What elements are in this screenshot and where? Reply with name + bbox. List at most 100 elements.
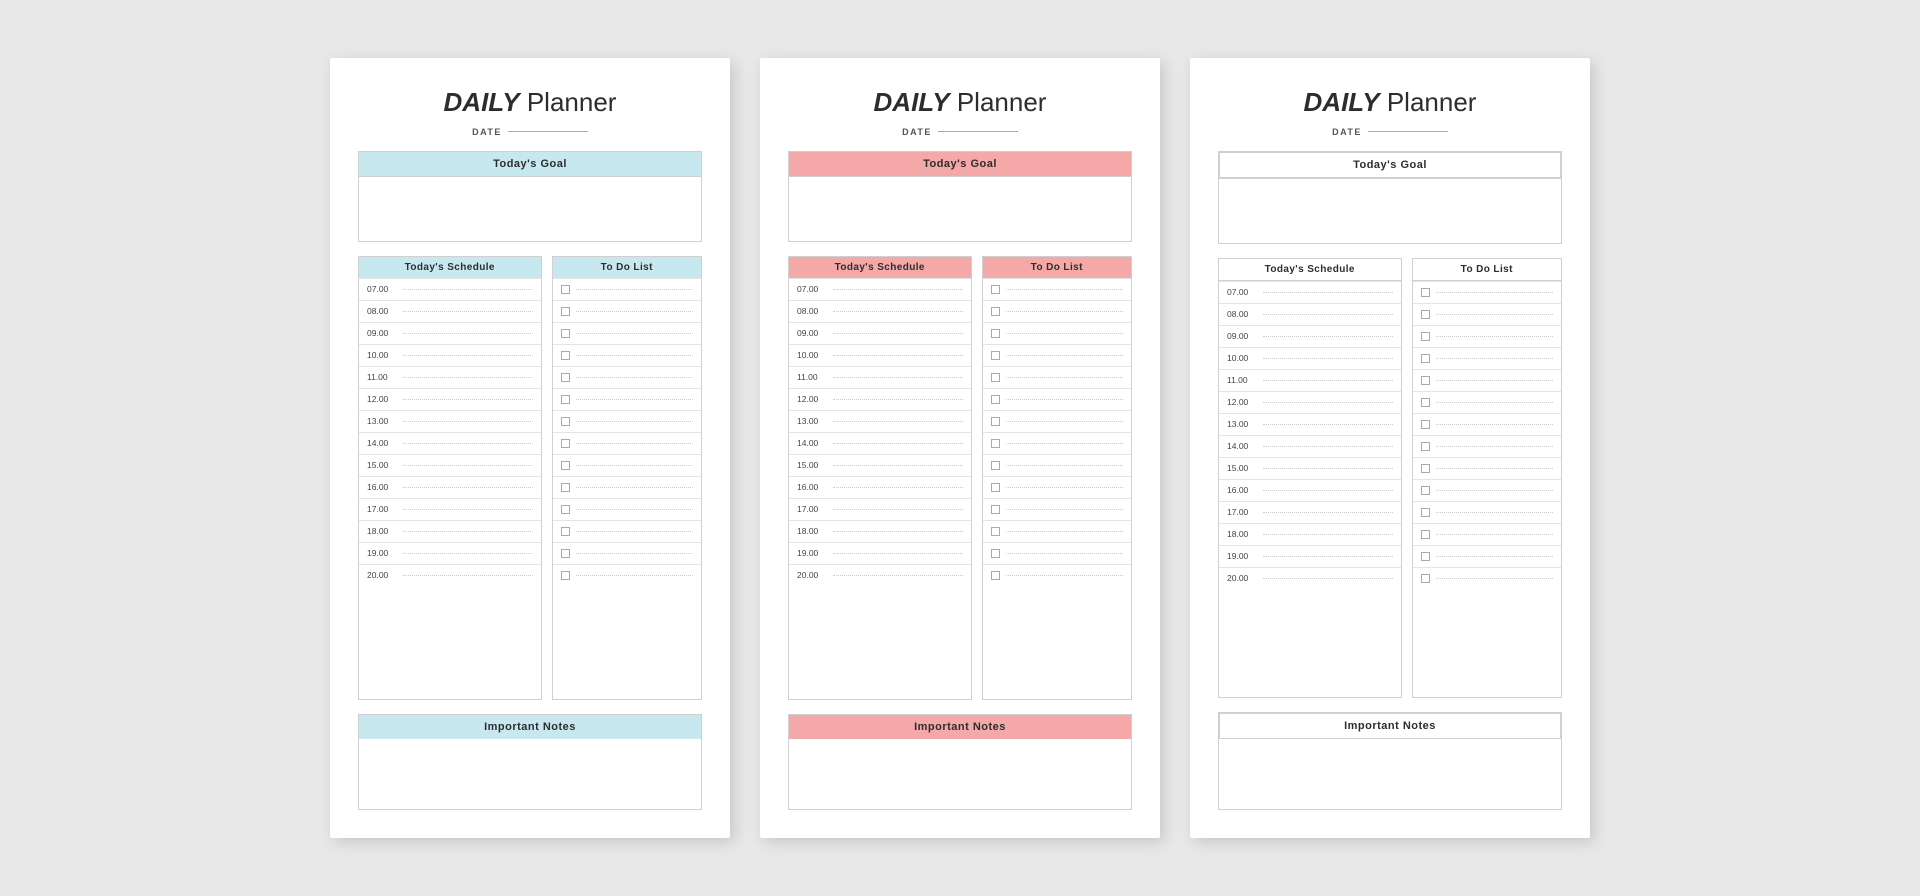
time-slot[interactable]: 18.00 — [1219, 523, 1401, 545]
time-slot[interactable]: 16.00 — [789, 476, 971, 498]
checkbox[interactable] — [991, 307, 1000, 316]
notes-body[interactable] — [359, 739, 701, 809]
todo-item[interactable] — [983, 564, 1132, 586]
todo-item[interactable] — [1413, 347, 1562, 369]
todo-item[interactable] — [983, 454, 1132, 476]
checkbox[interactable] — [1421, 530, 1430, 539]
todo-item[interactable] — [1413, 325, 1562, 347]
time-slot[interactable]: 07.00 — [359, 278, 541, 300]
time-slot[interactable]: 20.00 — [1219, 567, 1401, 589]
todo-item[interactable] — [553, 388, 702, 410]
goal-body[interactable] — [359, 176, 701, 241]
checkbox[interactable] — [561, 527, 570, 536]
time-slot[interactable]: 07.00 — [1219, 281, 1401, 303]
todo-item[interactable] — [983, 388, 1132, 410]
todo-item[interactable] — [1413, 479, 1562, 501]
todo-item[interactable] — [983, 410, 1132, 432]
todo-item[interactable] — [553, 476, 702, 498]
checkbox[interactable] — [991, 527, 1000, 536]
notes-body[interactable] — [789, 739, 1131, 809]
todo-item[interactable] — [1413, 281, 1562, 303]
time-slot[interactable]: 12.00 — [1219, 391, 1401, 413]
checkbox[interactable] — [991, 395, 1000, 404]
time-slot[interactable]: 17.00 — [1219, 501, 1401, 523]
time-slot[interactable]: 18.00 — [789, 520, 971, 542]
todo-item[interactable] — [1413, 435, 1562, 457]
todo-item[interactable] — [1413, 567, 1562, 589]
checkbox[interactable] — [1421, 574, 1430, 583]
checkbox[interactable] — [561, 549, 570, 558]
time-slot[interactable]: 20.00 — [789, 564, 971, 586]
todo-item[interactable] — [553, 322, 702, 344]
todo-item[interactable] — [983, 300, 1132, 322]
time-slot[interactable]: 16.00 — [359, 476, 541, 498]
checkbox[interactable] — [991, 351, 1000, 360]
checkbox[interactable] — [561, 373, 570, 382]
checkbox[interactable] — [1421, 420, 1430, 429]
checkbox[interactable] — [991, 483, 1000, 492]
checkbox[interactable] — [1421, 288, 1430, 297]
time-slot[interactable]: 15.00 — [1219, 457, 1401, 479]
time-slot[interactable]: 19.00 — [359, 542, 541, 564]
time-slot[interactable]: 08.00 — [1219, 303, 1401, 325]
todo-item[interactable] — [983, 520, 1132, 542]
checkbox[interactable] — [991, 285, 1000, 294]
todo-item[interactable] — [983, 278, 1132, 300]
checkbox[interactable] — [1421, 398, 1430, 407]
time-slot[interactable]: 19.00 — [1219, 545, 1401, 567]
checkbox[interactable] — [1421, 310, 1430, 319]
time-slot[interactable]: 17.00 — [789, 498, 971, 520]
todo-item[interactable] — [553, 454, 702, 476]
time-slot[interactable]: 10.00 — [1219, 347, 1401, 369]
checkbox[interactable] — [561, 483, 570, 492]
time-slot[interactable]: 18.00 — [359, 520, 541, 542]
todo-item[interactable] — [553, 300, 702, 322]
time-slot[interactable]: 14.00 — [1219, 435, 1401, 457]
time-slot[interactable]: 09.00 — [789, 322, 971, 344]
todo-item[interactable] — [1413, 457, 1562, 479]
checkbox[interactable] — [1421, 376, 1430, 385]
todo-item[interactable] — [983, 344, 1132, 366]
goal-body[interactable] — [789, 176, 1131, 241]
time-slot[interactable]: 08.00 — [789, 300, 971, 322]
todo-item[interactable] — [553, 432, 702, 454]
todo-item[interactable] — [553, 542, 702, 564]
todo-item[interactable] — [1413, 369, 1562, 391]
time-slot[interactable]: 13.00 — [359, 410, 541, 432]
checkbox[interactable] — [991, 505, 1000, 514]
time-slot[interactable]: 10.00 — [789, 344, 971, 366]
todo-item[interactable] — [553, 520, 702, 542]
todo-item[interactable] — [1413, 303, 1562, 325]
todo-item[interactable] — [553, 564, 702, 586]
checkbox[interactable] — [1421, 486, 1430, 495]
checkbox[interactable] — [561, 285, 570, 294]
time-slot[interactable]: 15.00 — [789, 454, 971, 476]
checkbox[interactable] — [561, 329, 570, 338]
todo-item[interactable] — [553, 498, 702, 520]
todo-item[interactable] — [983, 542, 1132, 564]
todo-item[interactable] — [553, 366, 702, 388]
checkbox[interactable] — [561, 417, 570, 426]
todo-item[interactable] — [1413, 391, 1562, 413]
todo-item[interactable] — [983, 476, 1132, 498]
checkbox[interactable] — [1421, 464, 1430, 473]
checkbox[interactable] — [561, 505, 570, 514]
time-slot[interactable]: 17.00 — [359, 498, 541, 520]
time-slot[interactable]: 07.00 — [789, 278, 971, 300]
todo-item[interactable] — [1413, 545, 1562, 567]
checkbox[interactable] — [561, 395, 570, 404]
checkbox[interactable] — [561, 461, 570, 470]
todo-item[interactable] — [553, 410, 702, 432]
todo-item[interactable] — [1413, 501, 1562, 523]
todo-item[interactable] — [983, 498, 1132, 520]
todo-item[interactable] — [553, 278, 702, 300]
time-slot[interactable]: 09.00 — [1219, 325, 1401, 347]
time-slot[interactable]: 14.00 — [789, 432, 971, 454]
checkbox[interactable] — [1421, 508, 1430, 517]
todo-item[interactable] — [983, 432, 1132, 454]
checkbox[interactable] — [991, 373, 1000, 382]
checkbox[interactable] — [991, 329, 1000, 338]
todo-item[interactable] — [1413, 413, 1562, 435]
checkbox[interactable] — [991, 571, 1000, 580]
checkbox[interactable] — [991, 417, 1000, 426]
